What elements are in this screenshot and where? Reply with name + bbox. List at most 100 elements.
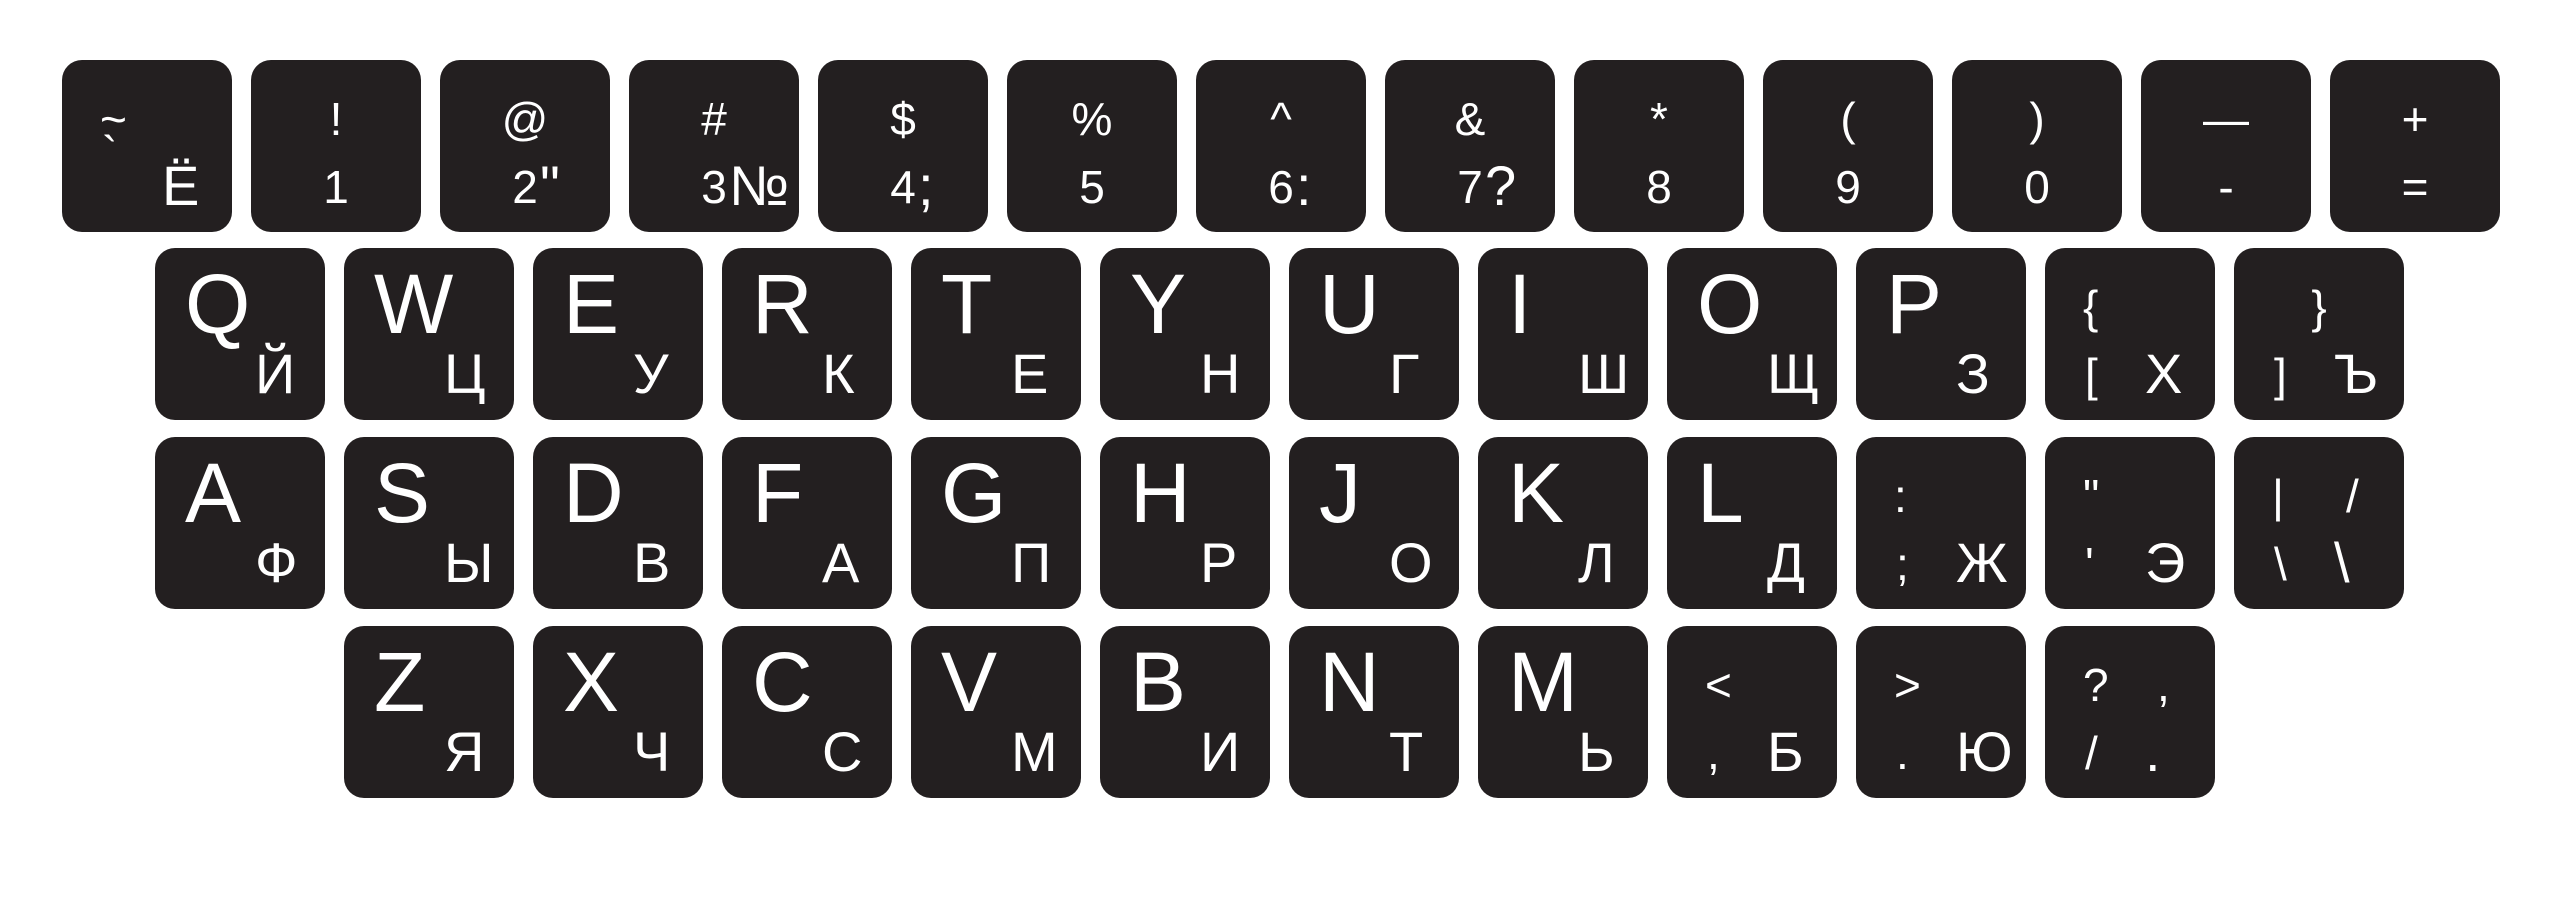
key-1: ! 1 <box>251 60 421 232</box>
key-1-label-bc: 1 <box>323 161 349 213</box>
key-c: CС <box>722 626 892 798</box>
key-h-label-big: H <box>1130 446 1191 540</box>
key-semicolon-label-tl: : <box>1894 470 1907 522</box>
key-h: HР <box>1100 437 1270 609</box>
key-q: QЙ <box>155 248 325 420</box>
key-o-label-br: Щ <box>1767 342 1820 405</box>
key-w-label-br: Ц <box>444 342 486 405</box>
key-3-label-br: № <box>729 154 790 217</box>
key-s-label-br: Ы <box>444 531 494 594</box>
key-q-label-br: Й <box>255 342 296 405</box>
key-f-label-br: А <box>822 531 860 594</box>
key-1-label-tc: ! <box>329 93 343 145</box>
key-k-label-big: K <box>1508 446 1565 540</box>
key-2-label-bc: 2 <box>512 161 538 213</box>
key-semicolon-label-bl: ; <box>1896 538 1909 590</box>
key-backquote: ~ ` Ё <box>62 60 232 232</box>
key-7-label-bc: 7 <box>1457 161 1483 213</box>
key-l: LД <box>1667 437 1837 609</box>
key-slash-label-tr: , <box>2157 659 2170 711</box>
key-b-label-big: B <box>1130 635 1187 729</box>
key-2-label-br: " <box>540 154 560 217</box>
key-x-label-big: X <box>563 635 620 729</box>
key-9-label-bc: 9 <box>1835 161 1861 213</box>
key-7-label-br: ? <box>1485 154 1517 217</box>
key-comma-label-tl: < <box>1705 659 1732 711</box>
key-4-label-bc: 4 <box>890 161 916 213</box>
key-y: YН <box>1100 248 1270 420</box>
key-l-label-br: Д <box>1767 531 1805 594</box>
key-t-label-br: Е <box>1011 342 1049 405</box>
key-semicolon: :; Ж <box>1856 437 2026 609</box>
key-equals: + = <box>2330 60 2500 232</box>
key-minus-label-bc: - <box>2218 161 2234 213</box>
key-minus-label-tc: — <box>2203 93 2249 145</box>
key-3-label-bc: 3 <box>701 161 727 213</box>
key-i: IШ <box>1478 248 1648 420</box>
key-i-label-big: I <box>1508 257 1532 351</box>
key-g-label-br: П <box>1011 531 1052 594</box>
key-slash-label-tl: ? <box>2083 659 2109 711</box>
key-8-label-bc: 8 <box>1646 161 1672 213</box>
key-y-label-br: Н <box>1200 342 1241 405</box>
key-comma: <, Б <box>1667 626 1837 798</box>
key-l-label-big: L <box>1697 446 1744 540</box>
key-backslash-label-tl: | <box>2272 470 2284 522</box>
key-backquote-label-br: Ё <box>162 154 200 217</box>
key-b: BИ <box>1100 626 1270 798</box>
key-9-label-tc: ( <box>1840 93 1856 145</box>
key-r-label-br: К <box>822 342 855 405</box>
key-4-label-tc: $ <box>890 93 916 145</box>
key-backquote-label-ml: ` <box>102 127 118 179</box>
key-a-label-br: Ф <box>255 531 298 594</box>
key-0: ) 0 <box>1952 60 2122 232</box>
key-bracket-right-label-br: Ъ <box>2334 342 2379 405</box>
key-o-label-big: O <box>1697 257 1763 351</box>
key-slash-label-br: . <box>2145 720 2161 783</box>
key-f-label-big: F <box>752 446 804 540</box>
key-7-label-tc: & <box>1454 93 1486 145</box>
key-m: MЬ <box>1478 626 1648 798</box>
key-8-label-tc: * <box>1650 93 1668 145</box>
key-quote-label-br: Э <box>2145 531 2186 594</box>
key-u-label-big: U <box>1319 257 1380 351</box>
key-5: % 5 <box>1007 60 1177 232</box>
key-comma-label-bl: , <box>1707 727 1720 779</box>
key-bracket-left: {[Х <box>2045 248 2215 420</box>
key-k-label-br: Л <box>1578 531 1615 594</box>
key-bracket-left-label-tl: { <box>2083 281 2099 333</box>
key-u: UГ <box>1289 248 1459 420</box>
key-o: OЩ <box>1667 248 1837 420</box>
key-k: KЛ <box>1478 437 1648 609</box>
key-p: PЗ <box>1856 248 2026 420</box>
key-y-label-big: Y <box>1130 257 1187 351</box>
key-quote: " ' Э <box>2045 437 2215 609</box>
key-z-label-br: Я <box>444 720 485 783</box>
key-j-label-big: J <box>1319 446 1361 540</box>
key-i-label-br: Ш <box>1578 342 1630 405</box>
key-9: (9 <box>1763 60 1933 232</box>
key-q-label-big: Q <box>185 257 251 351</box>
key-j: JО <box>1289 437 1459 609</box>
key-t-label-big: T <box>941 257 993 351</box>
key-backslash-label-br: \ <box>2334 531 2350 594</box>
key-z-label-big: Z <box>374 635 426 729</box>
key-slash-label-bl: / <box>2085 727 2098 779</box>
key-s: SЫ <box>344 437 514 609</box>
key-semicolon-label-br: Ж <box>1956 531 2008 594</box>
key-c-label-big: C <box>752 635 813 729</box>
key-m-label-br: Ь <box>1578 720 1615 783</box>
key-6-label-tc: ^ <box>1270 93 1292 145</box>
key-slash: ?, /. <box>2045 626 2215 798</box>
key-bracket-right-label-tc: } <box>2311 281 2327 333</box>
key-backslash-label-bl: \ <box>2274 538 2287 590</box>
key-n-label-br: Т <box>1389 720 1424 783</box>
key-u-label-br: Г <box>1389 342 1420 405</box>
key-w: WЦ <box>344 248 514 420</box>
key-bracket-left-label-br: Х <box>2145 342 2183 405</box>
key-d-label-br: В <box>633 531 671 594</box>
key-3: #3 № <box>629 60 799 232</box>
key-equals-label-bc: = <box>2401 161 2429 213</box>
key-0-label-bc: 0 <box>2024 161 2050 213</box>
key-period: >. Ю <box>1856 626 2026 798</box>
